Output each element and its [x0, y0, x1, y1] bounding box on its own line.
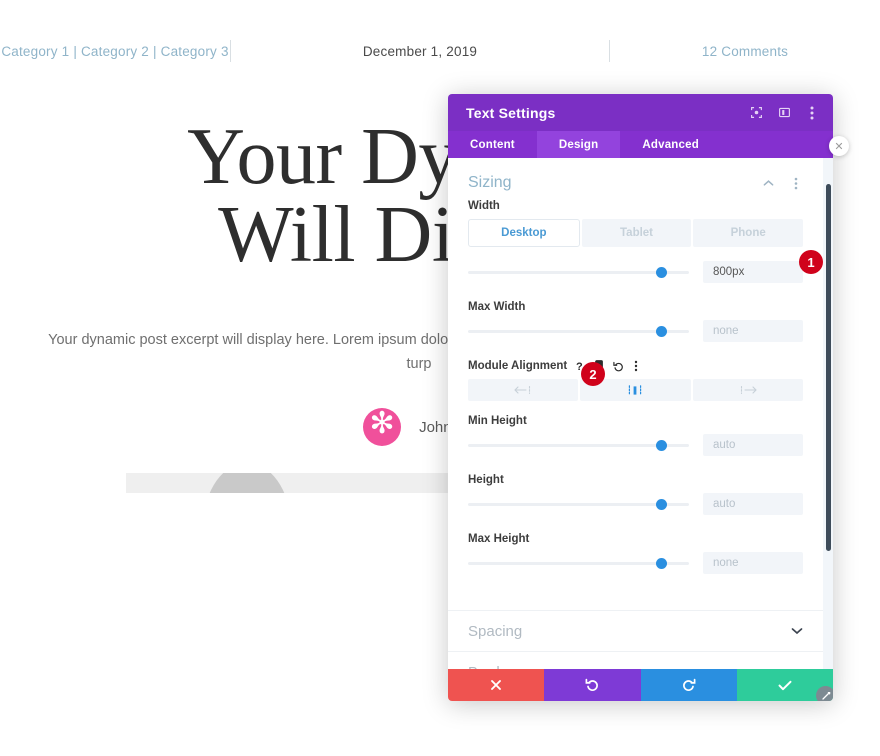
field-min-height: Min Height auto [448, 415, 823, 456]
field-module-alignment: Module Alignment ? [448, 360, 823, 401]
label-module-alignment: Module Alignment ? [468, 360, 803, 372]
width-slider-knob[interactable] [655, 266, 667, 278]
post-comments-count[interactable]: 12 Comments [610, 44, 880, 59]
height-slider-knob[interactable] [655, 498, 667, 510]
modal-titlebar[interactable]: Text Settings [448, 94, 833, 131]
undo-button[interactable] [544, 669, 641, 701]
min-height-slider-row: auto [468, 434, 803, 456]
min-height-value-input[interactable]: auto [703, 434, 803, 456]
responsive-tab-phone[interactable]: Phone [693, 219, 804, 247]
section-header-border[interactable]: Border [448, 651, 823, 669]
label-min-height: Min Height [468, 415, 527, 427]
section-header-sizing[interactable]: Sizing [448, 158, 823, 200]
post-meta-bar: Category 1 | Category 2 | Category 3 Dec… [0, 40, 880, 62]
author-avatar: ✻ [363, 406, 402, 446]
chevron-up-icon[interactable] [761, 176, 775, 190]
post-date: December 1, 2019 [362, 43, 478, 59]
width-slider-row: 800px [468, 261, 803, 283]
section-header-spacing[interactable]: Spacing [448, 610, 823, 651]
height-slider[interactable] [468, 497, 689, 511]
post-categories[interactable]: Category 1 | Category 2 | Category 3 [0, 44, 230, 59]
modal-title: Text Settings [466, 104, 556, 121]
layout-columns-icon[interactable] [777, 106, 791, 120]
label-height: Height [468, 474, 504, 486]
modal-action-bar [448, 669, 833, 701]
section-title-sizing: Sizing [468, 174, 512, 191]
placeholder-arc-shape [204, 473, 290, 493]
responsive-tab-tablet[interactable]: Tablet [581, 219, 692, 247]
section-title-spacing: Spacing [468, 622, 523, 640]
modal-body: Sizing Width Desktop Tablet Phone 800px … [448, 158, 833, 669]
step-badge-2: 2 [581, 362, 605, 386]
tab-content[interactable]: Content [448, 131, 537, 158]
module-alignment-options [468, 379, 803, 401]
tab-design[interactable]: Design [536, 131, 621, 158]
label-max-height: Max Height [468, 533, 530, 545]
responsive-tabs-width: Desktop Tablet Phone [468, 219, 804, 247]
max-width-slider[interactable] [468, 324, 689, 338]
max-height-value-input[interactable]: none [703, 552, 803, 574]
align-right-button[interactable] [692, 379, 803, 401]
max-width-slider-row: none [468, 320, 803, 342]
field-width: Width Desktop Tablet Phone 800px [448, 200, 823, 283]
close-icon[interactable]: ✕ [829, 136, 849, 156]
panel-scrollbar-track[interactable] [823, 158, 833, 669]
label-max-width: Max Width [468, 301, 526, 313]
section-bottom-gap [448, 592, 823, 610]
width-value-input[interactable]: 800px [703, 261, 803, 283]
label-width: Width [468, 200, 500, 212]
max-width-slider-knob[interactable] [655, 325, 667, 337]
responsive-tab-desktop[interactable]: Desktop [468, 219, 580, 247]
redo-button[interactable] [640, 669, 737, 701]
field-height: Height auto [448, 474, 823, 515]
avatar-asterisk-icon: ✻ [369, 406, 395, 441]
tab-advanced[interactable]: Advanced [620, 131, 721, 158]
width-slider[interactable] [468, 265, 689, 279]
section-more-vertical-icon[interactable] [789, 176, 803, 190]
text-settings-modal: Text Settings Content Design Advanced ✕ … [448, 94, 849, 701]
chevron-down-icon-spacing[interactable] [791, 627, 803, 635]
step-badge-1: 1 [799, 250, 823, 274]
height-value-input[interactable]: auto [703, 493, 803, 515]
max-height-slider-knob[interactable] [655, 557, 667, 569]
reset-icon[interactable] [613, 361, 624, 372]
module-alignment-more-vertical-icon[interactable] [634, 360, 638, 372]
max-height-slider[interactable] [468, 556, 689, 570]
max-height-slider-row: none [468, 552, 803, 574]
label-module-alignment-text: Module Alignment [468, 360, 568, 372]
modal-tabs: Content Design Advanced [448, 131, 833, 158]
field-max-height: Max Height none [448, 533, 823, 574]
min-height-slider[interactable] [468, 438, 689, 452]
more-vertical-icon[interactable] [805, 106, 819, 120]
focus-target-icon[interactable] [749, 106, 763, 120]
max-width-value-input[interactable]: none [703, 320, 803, 342]
panel-scrollbar-thumb[interactable] [826, 184, 831, 551]
modal-title-icons [749, 106, 819, 120]
panel-scroll-area: Sizing Width Desktop Tablet Phone 800px … [448, 158, 823, 669]
height-slider-row: auto [468, 493, 803, 515]
field-max-width: Max Width none [448, 301, 823, 342]
min-height-slider-knob[interactable] [655, 439, 667, 451]
align-left-button[interactable] [468, 379, 579, 401]
section-header-icons [761, 176, 803, 190]
cancel-button[interactable] [448, 669, 545, 701]
resize-handle-icon[interactable] [816, 686, 833, 701]
